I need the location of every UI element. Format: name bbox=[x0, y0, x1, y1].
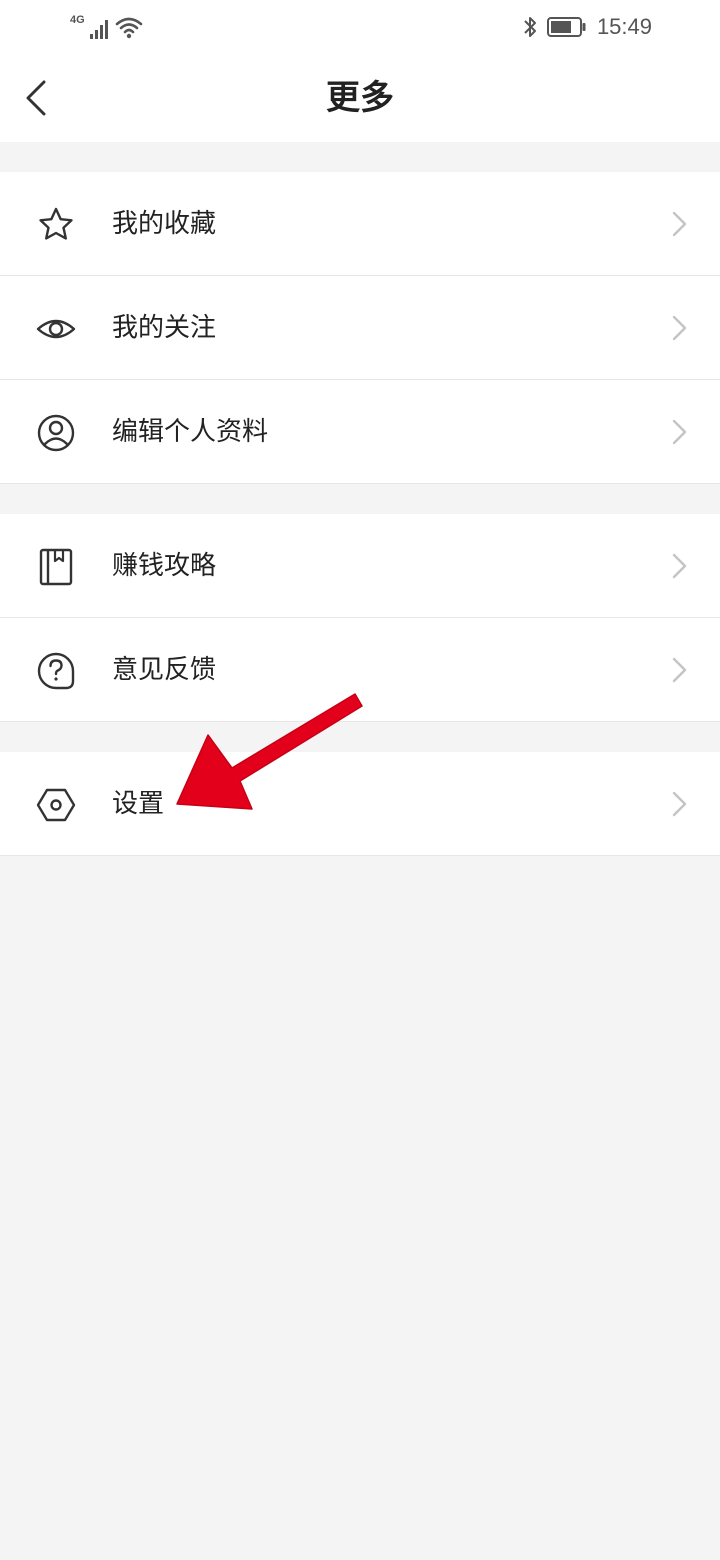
menu-item-label: 我的关注 bbox=[112, 313, 217, 343]
star-icon bbox=[39, 207, 73, 240]
menu-group-1: 我的收藏 我的关注 编辑个人资料 bbox=[0, 172, 720, 484]
menu-group-3: 设置 bbox=[0, 752, 720, 856]
header: 更多 bbox=[0, 56, 720, 142]
status-time: 15:49 bbox=[596, 14, 652, 39]
page-title: 更多 bbox=[326, 78, 394, 118]
menu-item-label: 设置 bbox=[112, 789, 165, 819]
menu-group-2: 赚钱攻略 意见反馈 bbox=[0, 514, 720, 722]
chevron-right-icon bbox=[672, 315, 687, 341]
menu-item-earning-guide[interactable]: 赚钱攻略 bbox=[0, 514, 720, 618]
eye-icon bbox=[36, 319, 76, 339]
chevron-right-icon bbox=[672, 211, 687, 237]
user-icon bbox=[37, 414, 75, 452]
chevron-right-icon bbox=[672, 553, 687, 579]
wifi-icon bbox=[115, 17, 142, 39]
menu-item-feedback[interactable]: 意见反馈 bbox=[0, 618, 720, 722]
signal-icon bbox=[89, 20, 108, 39]
chevron-right-icon bbox=[672, 791, 687, 817]
bluetooth-icon bbox=[524, 17, 536, 37]
network-label: 4G bbox=[70, 14, 85, 26]
settings-icon bbox=[36, 788, 76, 822]
menu-item-label: 意见反馈 bbox=[112, 655, 217, 685]
chevron-right-icon bbox=[672, 657, 687, 683]
menu-item-label: 赚钱攻略 bbox=[112, 551, 217, 581]
status-left: 4G bbox=[70, 14, 143, 40]
battery-icon bbox=[546, 17, 586, 37]
menu-item-favorites[interactable]: 我的收藏 bbox=[0, 172, 720, 276]
menu-item-following[interactable]: 我的关注 bbox=[0, 276, 720, 380]
menu-item-label: 我的收藏 bbox=[112, 209, 217, 239]
status-right: 15:49 bbox=[523, 12, 652, 42]
menu-item-edit-profile[interactable]: 编辑个人资料 bbox=[0, 380, 720, 484]
book-icon bbox=[39, 548, 73, 586]
help-icon bbox=[37, 652, 75, 690]
menu-item-label: 编辑个人资料 bbox=[112, 417, 269, 447]
chevron-right-icon bbox=[672, 419, 687, 445]
status-bar: 4G 15:49 bbox=[0, 0, 720, 56]
menu-item-settings[interactable]: 设置 bbox=[0, 752, 720, 856]
